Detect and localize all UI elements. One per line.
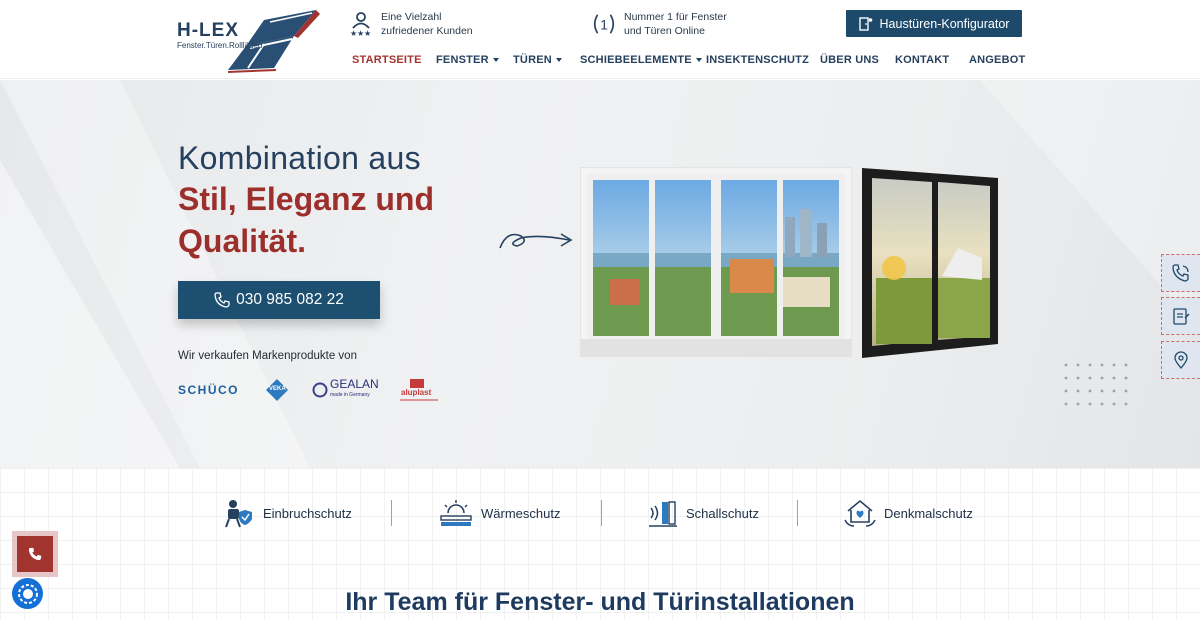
door-config-icon — [858, 16, 872, 31]
nav-schiebeelemente[interactable]: SCHIEBEELEMENTE — [580, 54, 702, 66]
side-call-button[interactable] — [1161, 254, 1200, 292]
brand-veka: VEKA — [265, 378, 289, 402]
black-sliding-door-image — [862, 168, 998, 358]
customers-icon: ★ ★ ★ — [349, 10, 373, 38]
gealan-logo-icon — [312, 382, 328, 398]
brand-schueco: SCHÜCO — [178, 378, 239, 402]
divider — [797, 500, 798, 526]
hero-headline-line1: Kombination aus — [178, 140, 421, 176]
hero-phone-number: 030 985 082 22 — [236, 291, 344, 308]
hero-headline-line2: Stil, Eleganz und — [178, 181, 435, 217]
feature-einbruchschutz: Einbruchschutz — [221, 498, 352, 528]
nav-tueren[interactable]: TÜREN — [513, 54, 562, 66]
brand-schueco-name: SCHÜCO — [178, 383, 240, 397]
nav-fenster[interactable]: FENSTER — [436, 54, 499, 66]
sun-heat-icon — [440, 500, 472, 526]
nav-insektenschutz[interactable]: INSEKTENSCHUTZ — [706, 54, 809, 66]
section-title: Ihr Team für Fenster- und Türinstallatio… — [345, 588, 855, 616]
nav-startseite[interactable]: STARTSEITE — [352, 54, 422, 66]
side-location-button[interactable] — [1161, 341, 1200, 379]
side-quote-button[interactable] — [1161, 297, 1200, 335]
usp-number-one: 1 Nummer 1 für Fenster und Türen Online — [592, 10, 727, 38]
usp-customers-line1: Eine Vielzahl — [381, 11, 442, 23]
feature-waermeschutz: Wärmeschutz — [439, 498, 560, 528]
usp-customers: ★ ★ ★ Eine Vielzahl zufriedener Kunden — [349, 10, 473, 38]
nav-label: ANGEBOT — [969, 54, 1026, 66]
site-logo[interactable]: H-LEX Fenster.Türen.Rollläden — [176, 8, 321, 74]
brand-aluplast-name: aluplast — [401, 388, 432, 397]
feature-label: Schallschutz — [686, 505, 759, 521]
nav-label: SCHIEBEELEMENTE — [580, 54, 692, 66]
door-configurator-label: Haustüren-Konfigurator — [879, 16, 1010, 31]
svg-text:★: ★ — [364, 29, 371, 37]
brand-aluplast: aluplast — [400, 378, 438, 402]
nav-ueber-uns[interactable]: ÜBER UNS — [820, 54, 879, 66]
logo-tagline: Fenster.Türen.Rollläden — [177, 41, 263, 50]
usp-number-one-line1: Nummer 1 für Fenster — [624, 11, 727, 23]
feature-schallschutz: Schallschutz — [648, 498, 759, 528]
feature-label: Einbruchschutz — [263, 505, 352, 521]
chevron-down-icon — [492, 58, 499, 62]
door-configurator-button[interactable]: Haustüren-Konfigurator — [846, 10, 1022, 37]
phone-icon — [28, 547, 42, 561]
heritage-house-icon — [844, 499, 876, 527]
svg-text:1: 1 — [600, 17, 608, 33]
site-header: H-LEX Fenster.Türen.Rollläden ★ ★ ★ Eine… — [0, 0, 1200, 79]
divider — [391, 500, 392, 526]
trust-badge-button[interactable] — [12, 578, 43, 609]
nav-label: KONTAKT — [895, 54, 950, 66]
phone-call-icon — [1172, 264, 1189, 282]
decorative-dot-grid — [1064, 363, 1128, 406]
nav-label: FENSTER — [436, 54, 489, 66]
burglar-icon — [225, 500, 252, 528]
usp-customers-line2: zufriedener Kunden — [381, 25, 473, 37]
feature-denkmalschutz: Denkmalschutz — [844, 498, 973, 528]
chevron-down-icon — [555, 58, 562, 62]
hero-section: Kombination aus Stil, Eleganz und Qualit… — [0, 80, 1200, 468]
logo-wordmark: H-LEX — [177, 20, 239, 41]
nav-label: ÜBER UNS — [820, 54, 880, 66]
brand-gealan: GEALAN made in Germany — [312, 378, 379, 402]
features-section: Einbruchschutz Wärmeschutz Schallschutz — [0, 468, 1200, 620]
brand-gealan-sub: made in Germany — [330, 392, 370, 398]
arrow-doodle-icon — [499, 233, 573, 249]
feature-label: Wärmeschutz — [481, 505, 561, 521]
nav-label: TÜREN — [513, 54, 552, 66]
divider — [601, 500, 602, 526]
usp-number-one-line2: und Türen Online — [624, 25, 705, 37]
sound-icon — [649, 501, 677, 527]
nav-label: INSEKTENSCHUTZ — [706, 54, 810, 66]
nav-label: STARTSEITE — [352, 54, 422, 66]
phone-icon — [214, 292, 230, 308]
location-pin-icon — [1174, 351, 1188, 369]
brand-gealan-name: GEALAN — [330, 377, 379, 391]
white-sliding-window-image — [580, 167, 852, 357]
floating-call-inner — [17, 536, 53, 572]
hero-headline-line3: Qualität. — [178, 223, 307, 259]
nav-kontakt[interactable]: KONTAKT — [895, 54, 949, 66]
brand-veka-name: VEKA — [269, 386, 286, 392]
badge-star-icon — [17, 583, 38, 604]
brands-intro-text: Wir verkaufen Markenprodukte von — [178, 350, 357, 362]
nav-angebot[interactable]: ANGEBOT — [969, 54, 1025, 66]
quote-form-icon — [1173, 308, 1190, 325]
feature-label: Denkmalschutz — [884, 505, 973, 521]
number-one-icon: 1 — [592, 10, 616, 38]
floating-call-button[interactable] — [12, 531, 58, 577]
hero-phone-button[interactable]: 030 985 082 22 — [178, 281, 380, 319]
chevron-down-icon — [695, 58, 702, 62]
